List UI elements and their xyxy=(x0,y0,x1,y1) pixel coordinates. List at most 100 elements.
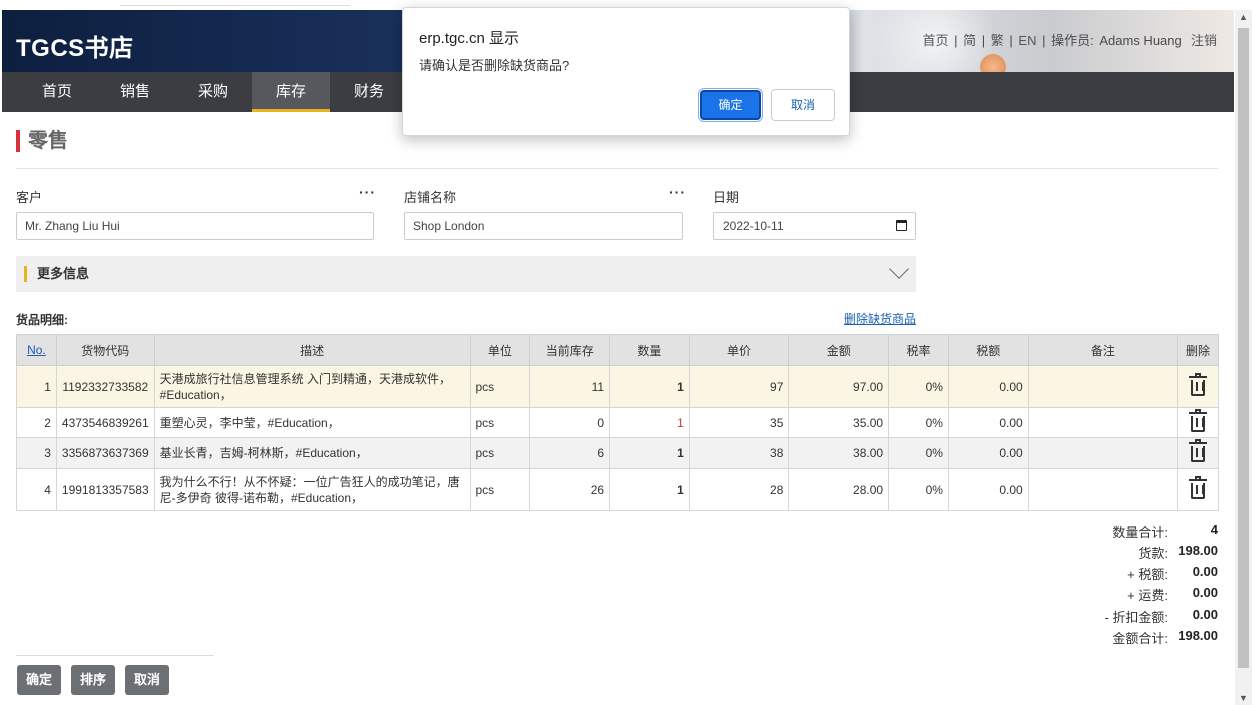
operator-label: 操作员: xyxy=(1051,33,1094,48)
row-unit-price[interactable]: 97 xyxy=(688,365,790,408)
logout-link[interactable]: 注销 xyxy=(1191,33,1217,48)
row-note[interactable] xyxy=(1027,468,1179,511)
row-delete-cell xyxy=(1177,437,1219,469)
tax-label: + 税额: xyxy=(1127,567,1168,582)
column-header-no[interactable]: No. xyxy=(16,334,57,366)
row-unit: pcs xyxy=(469,365,531,408)
customer-field[interactable]: Mr. Zhang Liu Hui xyxy=(16,212,374,240)
row-tax: 0.00 xyxy=(947,437,1029,469)
dialog-title: erp.tgc.cn 显示 xyxy=(419,30,520,47)
customer-label: 客户 xyxy=(16,190,43,205)
nav-item-sales[interactable]: 销售 xyxy=(96,72,174,112)
tax-value: 0.00 xyxy=(1192,564,1218,579)
nav-item-inventory[interactable]: 库存 xyxy=(252,72,330,112)
row-no: 2 xyxy=(16,407,57,438)
row-unit-price[interactable]: 38 xyxy=(688,437,790,469)
trash-icon[interactable] xyxy=(1189,475,1207,499)
row-quantity[interactable]: 1 xyxy=(609,365,690,408)
row-note[interactable] xyxy=(1027,407,1179,438)
customer-more-button[interactable]: ··· xyxy=(359,184,376,200)
row-delete-cell xyxy=(1177,407,1219,438)
trash-icon[interactable] xyxy=(1189,439,1207,462)
column-header-unit: 单位 xyxy=(469,334,531,366)
row-unit: pcs xyxy=(469,468,531,511)
row-quantity[interactable]: 1 xyxy=(609,468,690,511)
row-code: 1192332733582 xyxy=(55,365,155,408)
chevron-down-icon[interactable] xyxy=(889,259,909,279)
row-unit: pcs xyxy=(469,437,531,469)
row-tax-rate: 0% xyxy=(888,407,949,438)
calendar-icon[interactable] xyxy=(896,220,907,231)
simplified-chinese-link[interactable]: 简 xyxy=(963,33,976,48)
nav-item-purchase[interactable]: 采购 xyxy=(174,72,252,112)
table-row[interactable]: 1 1192332733582 天港成旅行社信息管理系统 入门到精通，天港成软件… xyxy=(16,365,1219,408)
row-delete-cell xyxy=(1177,365,1219,408)
row-note[interactable] xyxy=(1027,437,1179,469)
date-field[interactable]: 2022-10-11 xyxy=(713,212,916,240)
row-amount: 28.00 xyxy=(788,468,890,511)
goods-detail-label: 货品明细: xyxy=(16,313,68,327)
column-header-code: 货物代码 xyxy=(55,334,155,366)
row-note[interactable] xyxy=(1027,365,1179,408)
column-header-delete: 删除 xyxy=(1177,334,1219,366)
goods-table: No. 货物代码 描述 单位 当前库存 数量 单价 金额 税率 税额 备注 删除… xyxy=(16,334,1219,511)
column-header-stock: 当前库存 xyxy=(529,334,611,366)
row-code: 4373546839261 xyxy=(55,407,155,438)
column-header-unit-price: 单价 xyxy=(688,334,790,366)
date-value: 2022-10-11 xyxy=(723,219,784,233)
confirm-button[interactable]: 确定 xyxy=(17,665,62,695)
confirm-dialog: erp.tgc.cn 显示 请确认是否删除缺货商品? 确定 取消 xyxy=(402,7,850,136)
row-unit: pcs xyxy=(469,407,531,438)
shop-field[interactable]: Shop London xyxy=(404,212,683,240)
row-amount: 97.00 xyxy=(788,365,890,408)
more-info-panel[interactable]: 更多信息 xyxy=(16,256,916,292)
divider xyxy=(16,655,214,656)
row-description: 我为什么不行！从不怀疑：一位广告狂人的成功笔记，唐尼-多伊奇 彼得-诺布勒，#E… xyxy=(153,468,471,511)
row-description: 基业长青，吉姆-柯林斯，#Education， xyxy=(153,437,471,469)
vertical-scrollbar[interactable]: ▲ ▼ xyxy=(1235,10,1252,705)
table-header-row: No. 货物代码 描述 单位 当前库存 数量 单价 金额 税率 税额 备注 删除 xyxy=(16,334,1219,366)
sort-button[interactable]: 排序 xyxy=(71,665,116,695)
tax-row: + 税额: 0.00 xyxy=(1040,564,1220,585)
dialog-ok-button[interactable]: 确定 xyxy=(698,88,763,122)
scrollbar-thumb[interactable] xyxy=(1238,28,1249,668)
traditional-chinese-link[interactable]: 繁 xyxy=(991,33,1004,48)
row-quantity[interactable]: 1 xyxy=(609,437,690,469)
delete-out-of-stock-link[interactable]: 删除缺货商品 xyxy=(844,310,916,327)
site-logo[interactable]: TGCS书店 xyxy=(16,28,134,63)
row-quantity[interactable]: 1 xyxy=(609,407,690,438)
freight-label: + 运费: xyxy=(1127,588,1168,603)
column-header-description: 描述 xyxy=(153,334,471,366)
trash-icon[interactable] xyxy=(1189,372,1207,396)
shop-more-button[interactable]: ··· xyxy=(669,184,686,200)
scroll-down-arrow-icon[interactable]: ▼ xyxy=(1239,693,1248,703)
page-title: 零售 xyxy=(16,130,68,152)
row-no: 1 xyxy=(16,365,57,408)
cancel-button[interactable]: 取消 xyxy=(125,665,170,695)
row-code: 3356873637369 xyxy=(55,437,155,469)
dialog-cancel-button[interactable]: 取消 xyxy=(771,89,835,121)
nav-item-home[interactable]: 首页 xyxy=(18,72,96,112)
row-amount: 35.00 xyxy=(788,407,890,438)
row-description: 天港成旅行社信息管理系统 入门到精通，天港成软件，#Education， xyxy=(153,365,471,408)
trash-icon[interactable] xyxy=(1189,408,1207,432)
table-row[interactable]: 3 3356873637369 基业长青，吉姆-柯林斯，#Education， … xyxy=(16,437,1219,469)
row-code: 1991813357583 xyxy=(55,468,155,511)
home-link[interactable]: 首页 xyxy=(922,33,948,48)
english-link[interactable]: EN xyxy=(1018,33,1036,48)
row-unit-price[interactable]: 28 xyxy=(688,468,790,511)
row-tax: 0.00 xyxy=(947,365,1029,408)
discount-label: - 折扣金额: xyxy=(1104,610,1168,625)
table-row[interactable]: 2 4373546839261 重塑心灵，李中莹，#Education， pcs… xyxy=(16,407,1219,438)
row-amount: 38.00 xyxy=(788,437,890,469)
header-links: 首页 | 简 | 繁 | EN | 操作员: Adams Huang 注销 xyxy=(922,33,1217,48)
grand-total-label: 金额合计: xyxy=(1112,631,1168,646)
row-stock: 6 xyxy=(529,437,611,469)
nav-item-finance[interactable]: 财务 xyxy=(330,72,408,112)
table-row[interactable]: 4 1991813357583 我为什么不行！从不怀疑：一位广告狂人的成功笔记，… xyxy=(16,468,1219,511)
dialog-message: 请确认是否删除缺货商品? xyxy=(419,58,570,73)
row-delete-cell xyxy=(1177,468,1219,511)
row-no: 3 xyxy=(16,437,57,469)
row-unit-price[interactable]: 35 xyxy=(688,407,790,438)
scroll-up-arrow-icon[interactable]: ▲ xyxy=(1239,12,1248,22)
